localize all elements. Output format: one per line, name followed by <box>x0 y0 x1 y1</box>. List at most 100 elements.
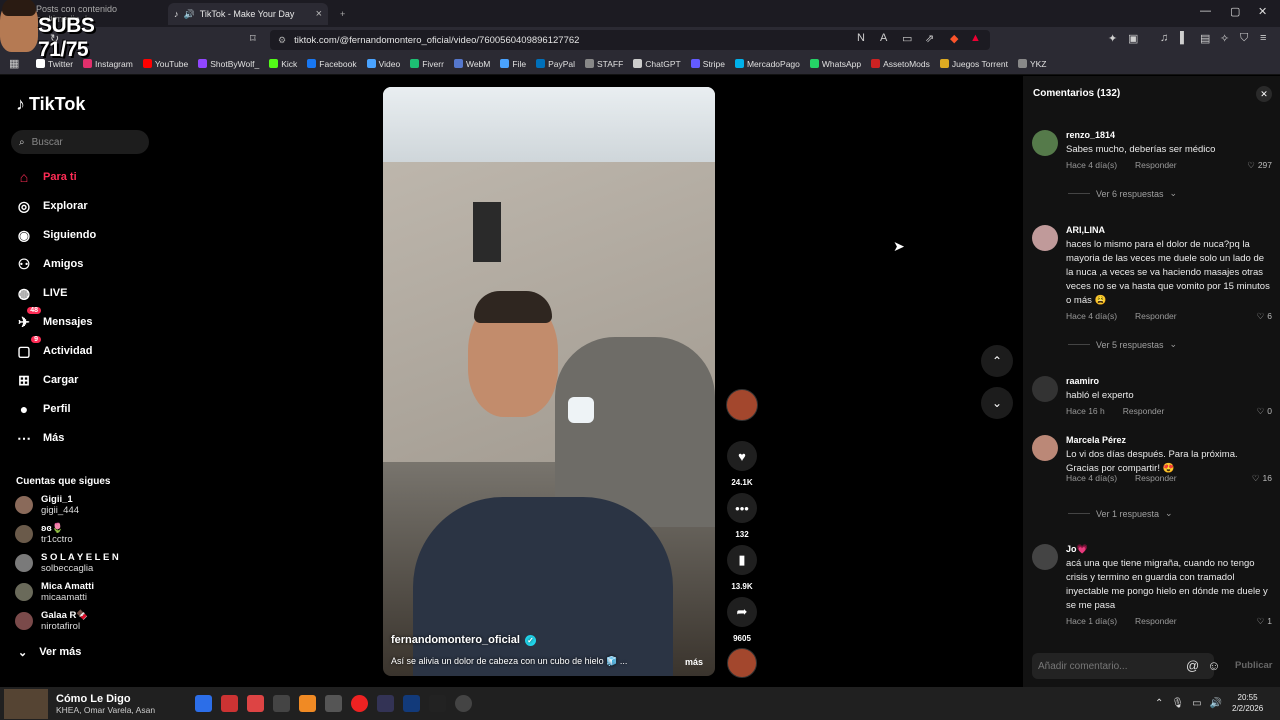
nav-item-profile[interactable]: ● Perfil <box>15 400 71 418</box>
comment-user[interactable]: Jo💗 <box>1066 544 1088 555</box>
brave-shield-icon[interactable]: ◆ <box>950 32 958 45</box>
avatar[interactable] <box>1032 435 1058 461</box>
bookmark-shotbywolf-[interactable]: ShotByWolf_ <box>198 59 259 69</box>
site-info-icon[interactable]: ⚙ <box>278 35 286 46</box>
bookmark-webm[interactable]: WebM <box>453 59 490 69</box>
wallet-icon[interactable]: ▤ <box>1200 32 1210 45</box>
bookmark-chatgpt[interactable]: ChatGPT <box>633 59 681 69</box>
bookmark-video[interactable]: Video <box>366 59 400 69</box>
reply-button[interactable]: Responder <box>1135 160 1177 170</box>
avatar[interactable] <box>1032 544 1058 570</box>
cast-icon[interactable]: ▭ <box>902 32 912 45</box>
comment-like-button[interactable]: ♡ 1 <box>1257 616 1272 627</box>
share-icon[interactable]: ⇗ <box>925 32 934 45</box>
clock[interactable]: 20:55 2/2/2026 <box>1232 692 1263 714</box>
close-comments-button[interactable]: ✕ <box>1256 86 1272 102</box>
view-replies-button[interactable]: Ver 1 respuesta ⌄ <box>1068 508 1173 519</box>
nav-item-compass[interactable]: ◎ Explorar <box>15 197 88 215</box>
mention-icon[interactable]: @ <box>1186 658 1199 673</box>
followed-account[interactable]: ʚɞ🌷 tr1cctro <box>15 523 73 545</box>
next-video-button[interactable]: ⌄ <box>981 387 1013 419</box>
avatar[interactable] <box>1032 130 1058 156</box>
nav-item-messages[interactable]: ✈ 48 Mensajes <box>15 307 93 331</box>
bookmark-staff[interactable]: STAFF <box>585 59 623 69</box>
bookmark-youtube[interactable]: YouTube <box>142 59 188 69</box>
comment-like-button[interactable]: ♡ 6 <box>1257 311 1272 322</box>
reply-button[interactable]: Responder <box>1135 311 1177 321</box>
mic-icon[interactable]: 🎙 <box>1171 698 1184 709</box>
sound-button[interactable] <box>726 648 758 678</box>
app-icon[interactable] <box>195 695 212 712</box>
nav-item-more[interactable]: ⋯ Más <box>15 429 64 447</box>
view-replies-button[interactable]: Ver 6 respuestas ⌄ <box>1068 188 1177 199</box>
tray-chevron-icon[interactable]: ⌃ <box>1155 698 1163 709</box>
nav-item-live[interactable]: ◍ LIVE <box>15 284 68 302</box>
close-window-icon[interactable]: ✕ <box>1258 5 1267 18</box>
avatar[interactable] <box>1032 225 1058 251</box>
screenshot-icon[interactable]: ▣ <box>1128 32 1138 45</box>
nav-item-upload[interactable]: ⊞ Cargar <box>15 371 78 389</box>
bookmark-assetomods[interactable]: AssetoMods <box>871 59 930 69</box>
app-icon[interactable] <box>299 695 316 712</box>
tab-tiktok[interactable]: ♪ 🔊 TikTok - Make Your Day × <box>168 3 328 25</box>
tiktok-logo[interactable]: ♪ TikTok <box>16 94 85 115</box>
vpn-icon[interactable]: ⛉ <box>1240 32 1248 45</box>
rewards-icon[interactable]: ▲ <box>970 32 981 44</box>
restore-icon[interactable]: ▢ <box>1230 5 1240 18</box>
followed-account[interactable]: S O L A Y E L E Nsolbeccaglia <box>15 552 119 574</box>
minimize-icon[interactable]: — <box>1200 5 1211 17</box>
comment-user[interactable]: ARI,LINA <box>1066 225 1105 235</box>
bookmark-facebook[interactable]: Facebook <box>307 59 357 69</box>
followed-account[interactable]: Mica Amatti micaamatti <box>15 581 94 603</box>
extensions-icon[interactable]: ✦ <box>1108 32 1117 45</box>
bookmark-ykz[interactable]: YKZ <box>1017 59 1046 69</box>
see-more-button[interactable]: ⌄ Ver más <box>18 646 81 659</box>
bookmark-juegos-torrent[interactable]: Juegos Torrent <box>939 59 1008 69</box>
nav-item-home[interactable]: ⌂ Para ti <box>15 168 77 186</box>
photoshop-icon[interactable] <box>403 695 420 712</box>
bookmark-kick[interactable]: Kick <box>269 59 297 69</box>
translate-icon[interactable]: A <box>880 32 887 44</box>
bookmark-stripe[interactable]: Stripe <box>690 59 725 69</box>
menu-icon[interactable]: ≡ <box>1260 32 1266 44</box>
app-icon[interactable] <box>455 695 472 712</box>
emoji-icon[interactable]: ☺ <box>1207 658 1220 673</box>
apps-grid-icon[interactable]: ▦ <box>9 57 19 70</box>
video-player[interactable]: fernandomontero_oficial ✓ Así se alivia … <box>383 87 715 676</box>
bookmark-whatsapp[interactable]: WhatsApp <box>809 59 861 69</box>
app-icon[interactable] <box>221 695 238 712</box>
like-button[interactable]: ♥ 24.1K <box>726 441 758 487</box>
bookmark-icon[interactable]: ⌑ <box>250 32 256 45</box>
audio-icon[interactable]: 🔊 <box>184 9 195 20</box>
app-icon[interactable] <box>247 695 264 712</box>
comment-like-button[interactable]: ♡ 16 <box>1252 473 1272 484</box>
now-playing-widget[interactable]: Cómo Le Digo KHEA, Omar Varela, Asan <box>4 687 155 720</box>
search-input[interactable]: ⌕ Buscar <box>11 130 149 154</box>
bookmark-fiverr[interactable]: Fiverr <box>410 59 444 69</box>
app-icon[interactable] <box>351 695 368 712</box>
more-link[interactable]: más <box>685 657 703 667</box>
comment-user[interactable]: Marcela Pérez <box>1066 435 1126 445</box>
bookmark-paypal[interactable]: PayPal <box>536 59 575 69</box>
previous-video-button[interactable]: ⌃ <box>981 345 1013 377</box>
nav-item-following[interactable]: ◉ Siguiendo <box>15 226 96 244</box>
publish-button[interactable]: Publicar <box>1235 660 1273 671</box>
comment-user[interactable]: renzo_1814 <box>1066 130 1115 140</box>
bookmark-file[interactable]: File <box>500 59 526 69</box>
close-tab-icon[interactable]: × <box>316 8 322 20</box>
followed-account[interactable]: Galaa R🍫 nirotafirol <box>15 610 88 632</box>
avatar[interactable] <box>1032 376 1058 402</box>
reply-button[interactable]: Responder <box>1135 616 1177 626</box>
creator-avatar-button[interactable] <box>726 389 758 421</box>
network-icon[interactable]: ▭ <box>1192 698 1201 709</box>
epic-games-icon[interactable] <box>429 695 446 712</box>
save-button[interactable]: ▮ 13.9K <box>726 545 758 591</box>
app-icon[interactable] <box>325 695 342 712</box>
app-icon[interactable] <box>273 695 290 712</box>
bookmark-mercadopago[interactable]: MercadoPago <box>734 59 800 69</box>
new-tab-button[interactable]: + <box>334 3 351 25</box>
app-icon[interactable] <box>377 695 394 712</box>
followed-account[interactable]: Gigii_1 gigii_444 <box>15 494 79 516</box>
comment-like-button[interactable]: ♡ 0 <box>1257 406 1272 417</box>
view-replies-button[interactable]: Ver 5 respuestas ⌄ <box>1068 339 1177 350</box>
